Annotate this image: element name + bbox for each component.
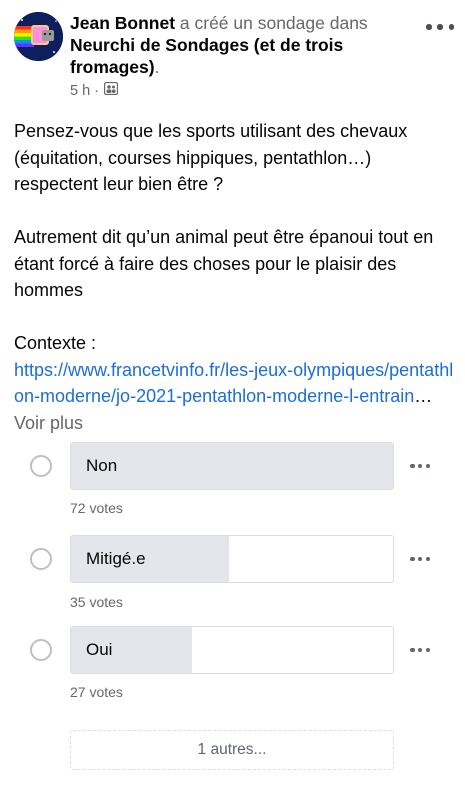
poll-option-votes: 72 votes: [70, 500, 123, 516]
more-horizontal-icon[interactable]: [426, 18, 454, 36]
poll-option-fill: [71, 443, 393, 489]
poll-option-mitige[interactable]: Mitigé.e: [30, 535, 440, 583]
post-paragraph-2: Autrement dit qu’un animal peut être épa…: [14, 227, 434, 300]
radio-circle-icon[interactable]: [30, 455, 52, 477]
poll-option-votes: 35 votes: [70, 594, 123, 610]
poll-option-label: Non: [86, 456, 118, 475]
poll-option-non[interactable]: Non: [30, 442, 440, 490]
poll-option-label: Mitigé.e: [86, 549, 146, 568]
author-name[interactable]: Jean Bonnet: [70, 13, 175, 33]
post-title: Jean Bonnet a créé un sondage dans Neurc…: [70, 12, 415, 78]
post-meta: Jean Bonnet a créé un sondage dans Neurc…: [70, 12, 415, 99]
post-context: Contexte : https://www.francetvinfo.fr/l…: [14, 330, 454, 436]
post-time[interactable]: 5 h ·: [70, 83, 99, 99]
post-time-row: 5 h ·: [70, 81, 415, 99]
poll-option-oui[interactable]: Oui: [30, 626, 440, 674]
more-horizontal-icon[interactable]: [410, 463, 430, 469]
link-ellipsis: …: [414, 386, 433, 406]
context-link[interactable]: https://www.francetvinfo.fr/les-jeux-oly…: [14, 360, 453, 407]
avatar[interactable]: [14, 12, 63, 61]
group-name[interactable]: Neurchi de Sondages (et de trois fromage…: [70, 35, 343, 77]
post-action: a créé un sondage dans: [175, 13, 368, 33]
poll-option-votes: 27 votes: [70, 684, 123, 700]
post-paragraph-1: Pensez-vous que les sports utilisant des…: [14, 121, 408, 194]
group-suffix: .: [154, 57, 160, 77]
more-horizontal-icon[interactable]: [410, 556, 430, 562]
group-audience-icon: [103, 81, 119, 99]
post-body: Pensez-vous que les sports utilisant des…: [14, 118, 454, 436]
radio-circle-icon[interactable]: [30, 548, 52, 570]
poll-option-label: Oui: [86, 640, 113, 659]
more-horizontal-icon[interactable]: [410, 647, 430, 653]
see-more-link[interactable]: Voir plus: [14, 413, 83, 433]
more-options-button[interactable]: 1 autres...: [70, 730, 394, 770]
nyan-cat-avatar-icon: [14, 12, 63, 61]
context-label: Contexte :: [14, 333, 97, 353]
radio-circle-icon[interactable]: [30, 639, 52, 661]
poll-option-bar[interactable]: Non: [70, 442, 394, 490]
poll-option-bar[interactable]: Mitigé.e: [70, 535, 394, 583]
poll-option-bar[interactable]: Oui: [70, 626, 394, 674]
